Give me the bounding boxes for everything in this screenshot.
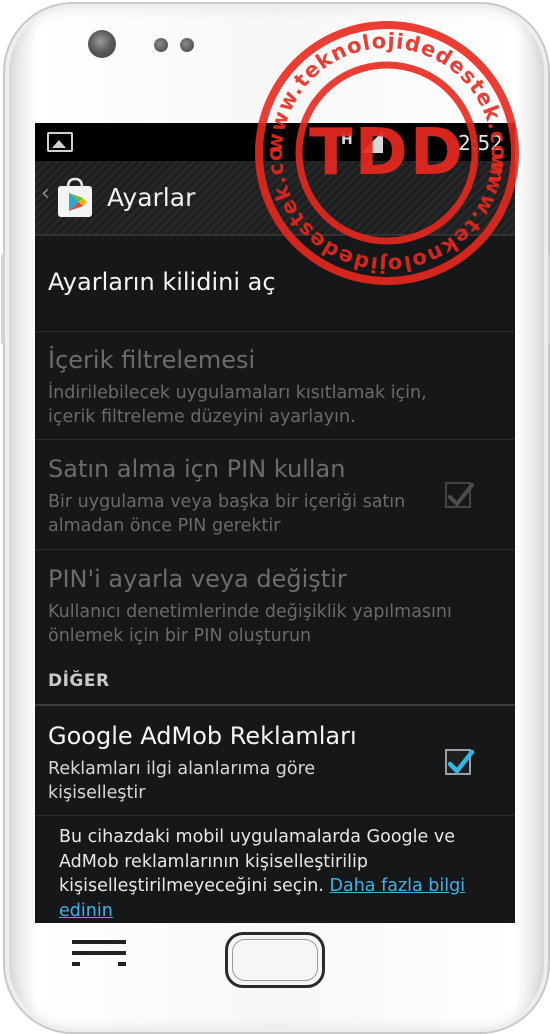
setting-summary: Reklamları ilgi alanlarıma göre kişisell…: [48, 759, 316, 803]
category-header: DİĞER: [48, 671, 110, 691]
purchase-pin-checkbox[interactable]: [445, 482, 474, 508]
light-sensor: [180, 38, 194, 52]
home-key[interactable]: [225, 932, 325, 988]
setting-change-pin[interactable]: PIN'i ayarla veya değiştir Kullanıcı den…: [35, 550, 515, 662]
setting-unlock[interactable]: Ayarların kilidini aç: [35, 236, 515, 332]
setting-summary: Bir uygulama veya başka bir içeriği satı…: [48, 492, 406, 536]
play-store-icon[interactable]: [55, 177, 95, 219]
checkmark-icon: [447, 749, 475, 774]
signal-icon: [361, 131, 383, 153]
checkmark-icon: [448, 483, 474, 506]
front-camera: [88, 30, 116, 58]
setting-title: Ayarların kilidini aç: [48, 268, 276, 296]
setting-summary: İndirilebilecek uygulamaları kısıtlamak …: [48, 383, 427, 427]
setting-title: İçerik filtrelemesi: [48, 346, 256, 374]
network-type: H: [341, 132, 353, 148]
admob-footer: Bu cihazdaki mobil uygulamalarda Google …: [59, 825, 499, 923]
proximity-sensor: [154, 38, 168, 52]
menu-key-icon[interactable]: [72, 940, 126, 968]
back-chevron-icon[interactable]: ‹: [41, 181, 50, 206]
setting-purchase-pin[interactable]: Satın alma içn PIN kullan Bir uygulama v…: [35, 440, 515, 550]
screen: H 2:52 ‹ Ayarlar Ayarların kilidini aç İ…: [35, 123, 515, 923]
admob-checkbox[interactable]: [445, 749, 475, 775]
setting-content-filter[interactable]: İçerik filtrelemesi İndirilebilecek uygu…: [35, 332, 515, 440]
status-bar: H 2:52: [35, 123, 515, 161]
status-time: 2:52: [458, 131, 503, 155]
gallery-icon: [47, 132, 73, 152]
volume-button[interactable]: [1, 254, 5, 344]
page-title: Ayarlar: [107, 183, 196, 212]
setting-summary: Kullanıcı denetimlerinde değişiklik yapı…: [48, 602, 452, 646]
setting-admob[interactable]: Google AdMob Reklamları Reklamları ilgi …: [35, 706, 515, 816]
setting-title: PIN'i ayarla veya değiştir: [48, 565, 347, 593]
action-bar: ‹ Ayarlar: [35, 161, 515, 236]
